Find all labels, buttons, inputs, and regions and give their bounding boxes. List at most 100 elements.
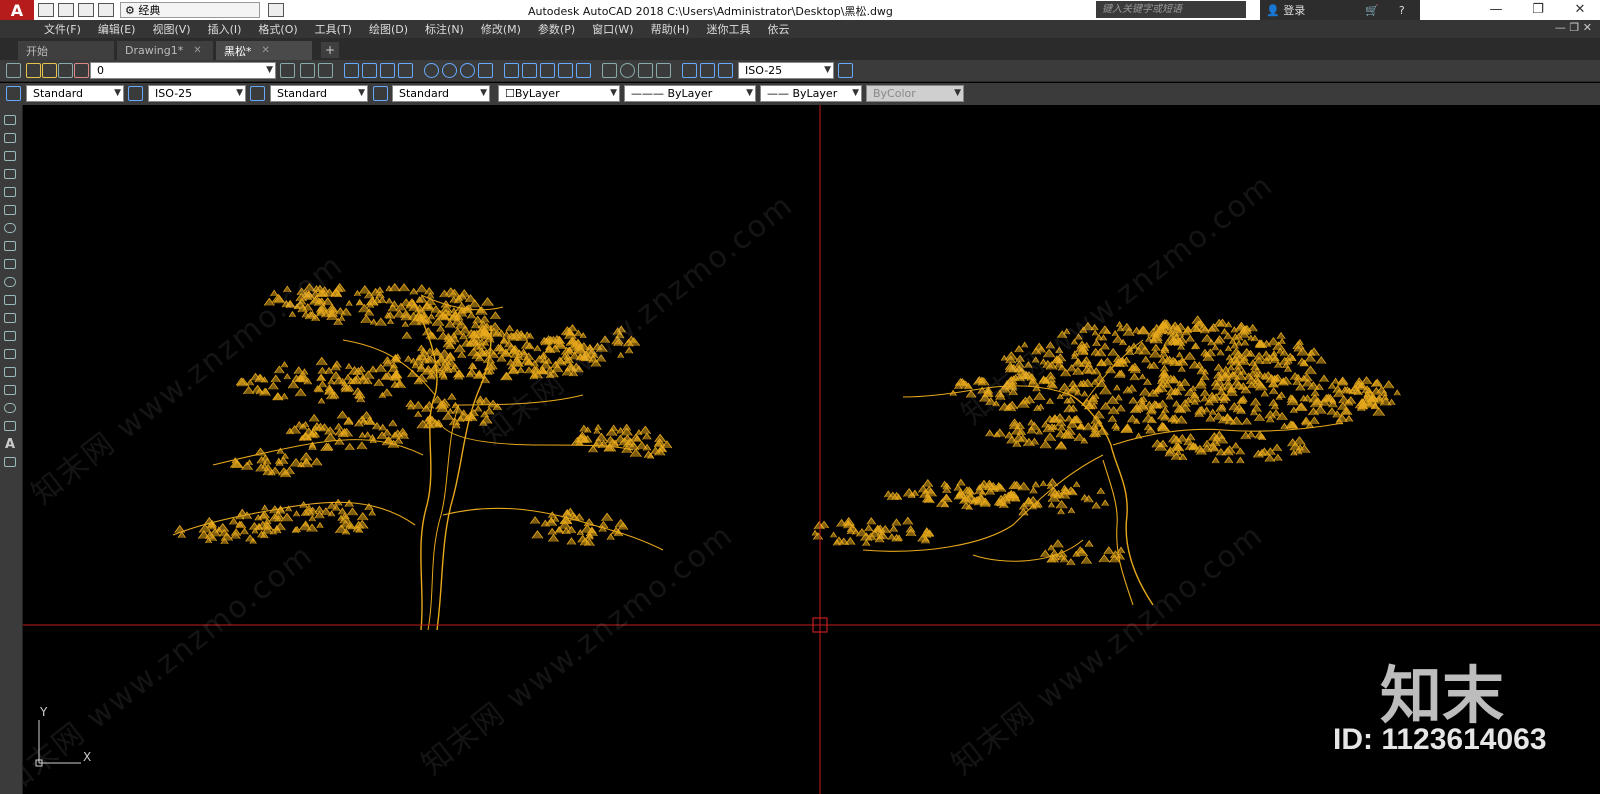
insert-block-icon[interactable] [4,313,16,323]
point-icon[interactable] [4,349,16,359]
menu-format[interactable]: 格式(O) [258,21,297,37]
menu-view[interactable]: 视图(V) [152,21,190,37]
menu-yiyun[interactable]: 依云 [767,21,789,37]
arc-icon[interactable] [4,205,16,215]
drawing-canvas[interactable]: 知末网 www.znzmo.com 知末网 www.znzmo.com 知末网 … [23,105,1600,794]
spline-icon[interactable] [4,259,16,269]
text-style-dropdown[interactable]: Standard ▼ [26,85,124,102]
dimension-edit-icon[interactable] [682,63,697,78]
save-icon[interactable] [78,3,94,17]
menu-file[interactable]: 文件(F) [44,21,81,37]
menu-dimension[interactable]: 标注(N) [425,21,464,37]
minimize-button[interactable]: — [1476,0,1516,20]
layer-previous-icon[interactable] [300,63,315,78]
circle-icon[interactable] [4,223,16,233]
dimension-style-manager-icon[interactable] [838,63,853,78]
dimension-style-icon[interactable] [128,86,143,101]
arc-length-icon[interactable] [380,63,395,78]
tab-start[interactable]: 开始 [18,41,114,60]
plot-icon[interactable] [268,3,284,17]
open-file-icon[interactable] [58,3,74,17]
new-file-icon[interactable] [38,3,54,17]
table-style-dropdown[interactable]: Standard ▼ [270,85,368,102]
revision-cloud-icon[interactable] [4,241,16,251]
dimension-style-dropdown[interactable]: ISO-25 ▼ [738,62,834,79]
close-button[interactable]: ✕ [1560,0,1600,20]
table-icon[interactable] [4,421,16,431]
dim-style-dropdown[interactable]: ISO-25 ▼ [148,85,246,102]
gradient-icon[interactable] [4,385,16,395]
hatch-icon[interactable] [4,367,16,377]
make-current-layer-icon[interactable] [280,63,295,78]
chevron-down-icon: ▼ [824,65,831,75]
workspace-selector[interactable]: ⚙ 经典 [120,2,260,18]
ellipse-arc-icon[interactable] [4,295,16,305]
menu-insert[interactable]: 插入(I) [208,21,242,37]
dimension-break-icon[interactable] [576,63,591,78]
restore-button[interactable]: ❐ [1518,0,1558,20]
menu-parametric[interactable]: 参数(P) [538,21,575,37]
layer-state-icon[interactable] [318,63,333,78]
menu-help[interactable]: 帮助(H) [651,21,690,37]
save-as-icon[interactable] [98,3,114,17]
radius-dimension-icon[interactable] [424,63,439,78]
signin-button[interactable]: 👤 登录 🛒 ? [1260,0,1420,20]
line-sample-icon: ——— [631,87,664,100]
aligned-dimension-icon[interactable] [362,63,377,78]
continue-dimension-icon[interactable] [540,63,555,78]
center-mark-icon[interactable] [620,63,635,78]
jogged-dimension-icon[interactable] [442,63,457,78]
line-icon[interactable] [4,115,16,125]
inspection-icon[interactable] [638,63,653,78]
region-icon[interactable] [4,403,16,413]
add-selected-icon[interactable] [4,457,16,467]
jogged-linear-icon[interactable] [656,63,671,78]
make-block-icon[interactable] [4,331,16,341]
rectangle-icon[interactable] [4,187,16,197]
menu-tools[interactable]: 工具(T) [315,21,352,37]
linetype-dropdown[interactable]: ——— ByLayer ▼ [624,85,756,102]
layer-properties-icon[interactable] [6,63,21,78]
cart-icon[interactable]: 🛒 [1365,4,1379,17]
diameter-dimension-icon[interactable] [460,63,475,78]
dimension-text-edit-icon[interactable] [700,63,715,78]
close-icon[interactable]: ✕ [193,45,201,56]
multileader-style-dropdown[interactable]: Standard ▼ [392,85,490,102]
angular-dimension-icon[interactable] [478,63,493,78]
tolerance-icon[interactable] [602,63,617,78]
application-menu-button[interactable]: A [0,0,34,20]
polygon-icon[interactable] [4,169,16,179]
menu-modify[interactable]: 修改(M) [481,21,521,37]
pine-needle [385,297,393,304]
polyline-icon[interactable] [4,151,16,161]
help-icon[interactable]: ? [1399,4,1405,17]
pine-needle [922,479,934,488]
baseline-dimension-icon[interactable] [522,63,537,78]
multileader-style-icon[interactable] [373,86,388,101]
lineweight-dropdown[interactable]: —— ByLayer ▼ [760,85,862,102]
quick-dimension-icon[interactable] [504,63,519,78]
search-input[interactable]: 键入关键字或短语 [1096,1,1246,18]
menu-draw[interactable]: 绘图(D) [369,21,408,37]
tab-drawing1[interactable]: Drawing1* ✕ [117,41,213,60]
dimension-space-icon[interactable] [558,63,573,78]
ellipse-icon[interactable] [4,277,16,287]
dimension-update-icon[interactable] [718,63,733,78]
document-window-controls[interactable]: — ❐ ✕ [1555,21,1592,34]
layer-dropdown[interactable]: 0 ▼ [90,62,276,79]
color-value: ByLayer [514,87,560,100]
linear-dimension-icon[interactable] [344,63,359,78]
close-icon[interactable]: ✕ [262,45,270,56]
multiline-text-icon[interactable]: A [5,437,15,452]
menu-window[interactable]: 窗口(W) [592,21,633,37]
menu-mini-tools[interactable]: 迷你工具 [706,21,750,37]
new-tab-button[interactable]: + [321,42,339,58]
pine-needle [1310,389,1320,397]
table-style-icon[interactable] [250,86,265,101]
construction-line-icon[interactable] [4,133,16,143]
ordinate-dimension-icon[interactable] [398,63,413,78]
tab-heisong[interactable]: 黑松* ✕ [216,41,312,60]
text-style-icon[interactable] [6,86,21,101]
menu-edit[interactable]: 编辑(E) [98,21,136,37]
color-dropdown[interactable]: ☐ByLayer ▼ [498,85,620,102]
